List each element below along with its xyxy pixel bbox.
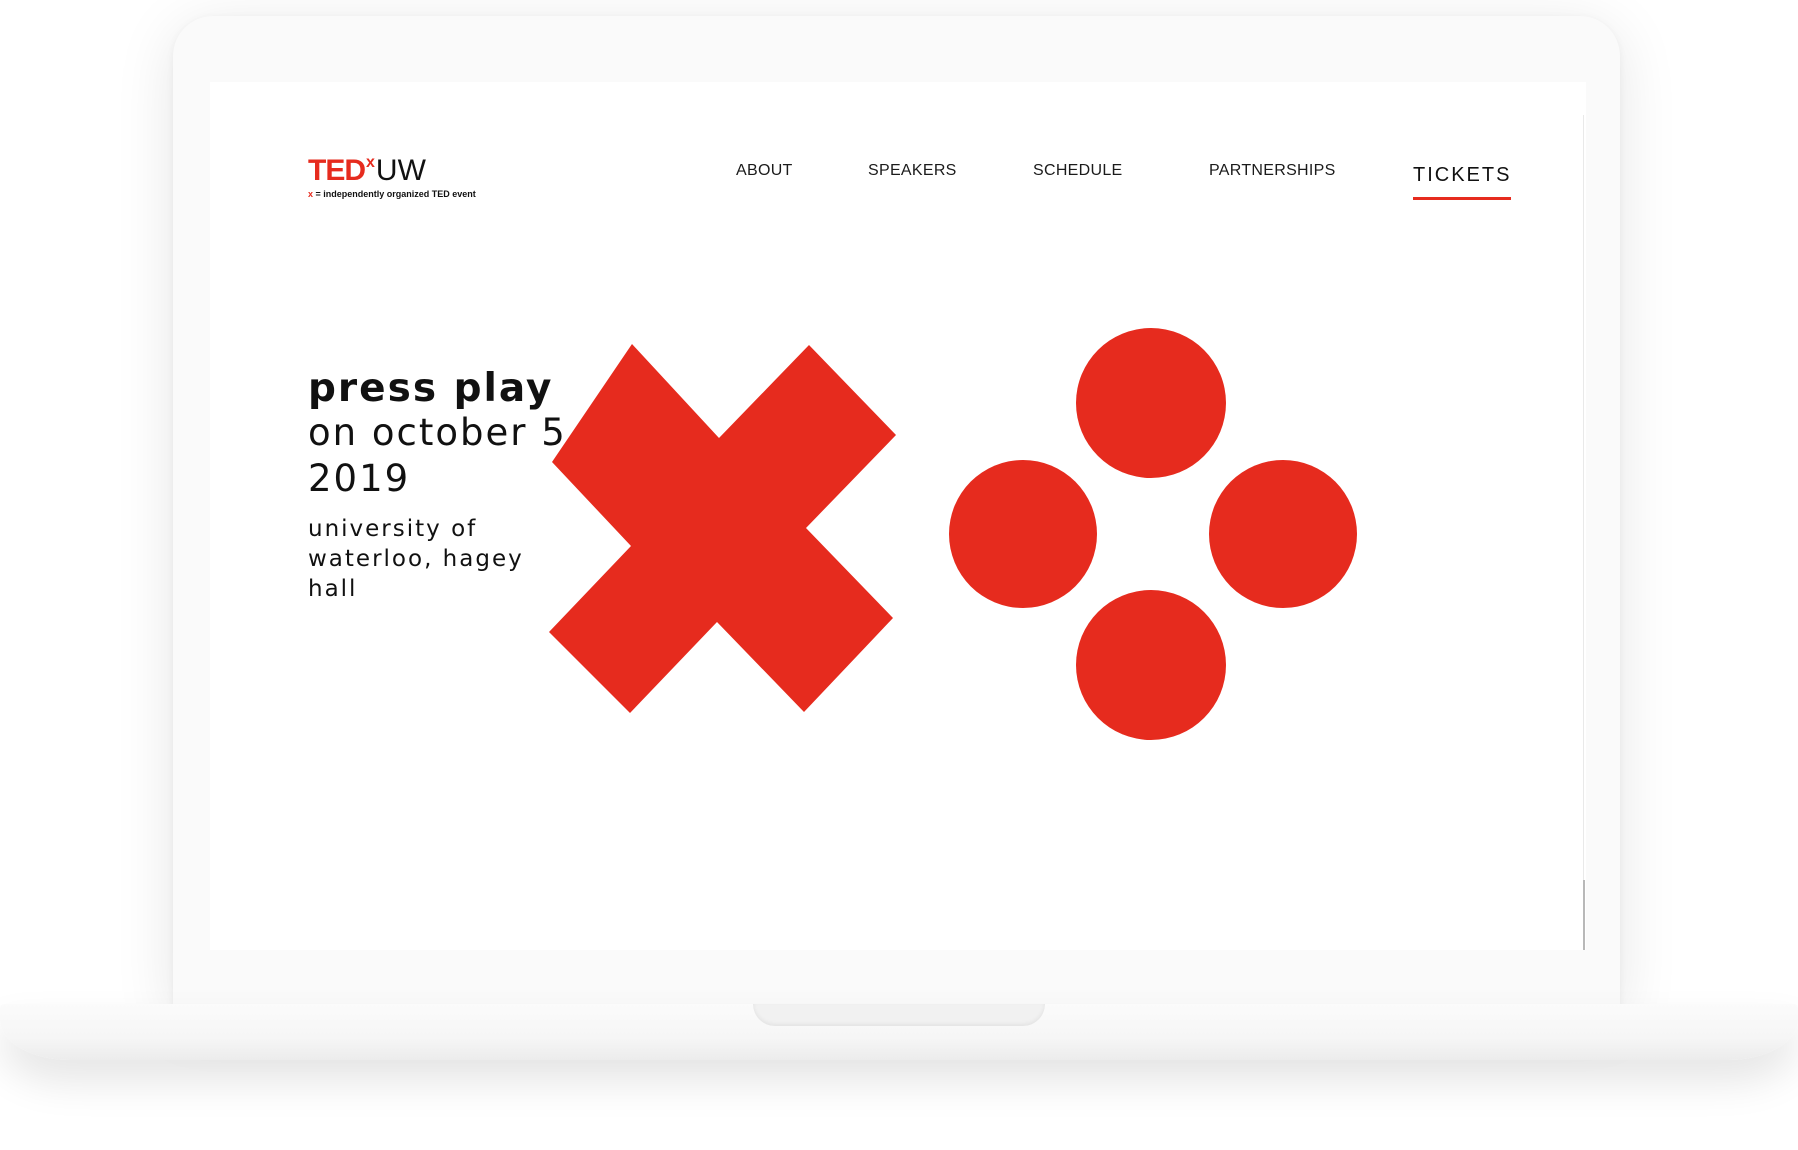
hero-graphic (549, 328, 1357, 740)
laptop-notch (753, 1004, 1045, 1026)
scrollbar[interactable] (1583, 880, 1585, 950)
dot-bottom (1076, 590, 1226, 740)
page: TED x UW x = independently organized TED… (0, 0, 1798, 1150)
x-button-icon (549, 344, 896, 713)
four-dots-button-icon (949, 328, 1357, 740)
dot-left (949, 460, 1097, 608)
laptop-screen: TED x UW x = independently organized TED… (210, 82, 1586, 950)
screen-edge (1583, 115, 1584, 950)
x-shape (549, 344, 896, 713)
dot-right (1209, 460, 1357, 608)
dot-top (1076, 328, 1226, 478)
